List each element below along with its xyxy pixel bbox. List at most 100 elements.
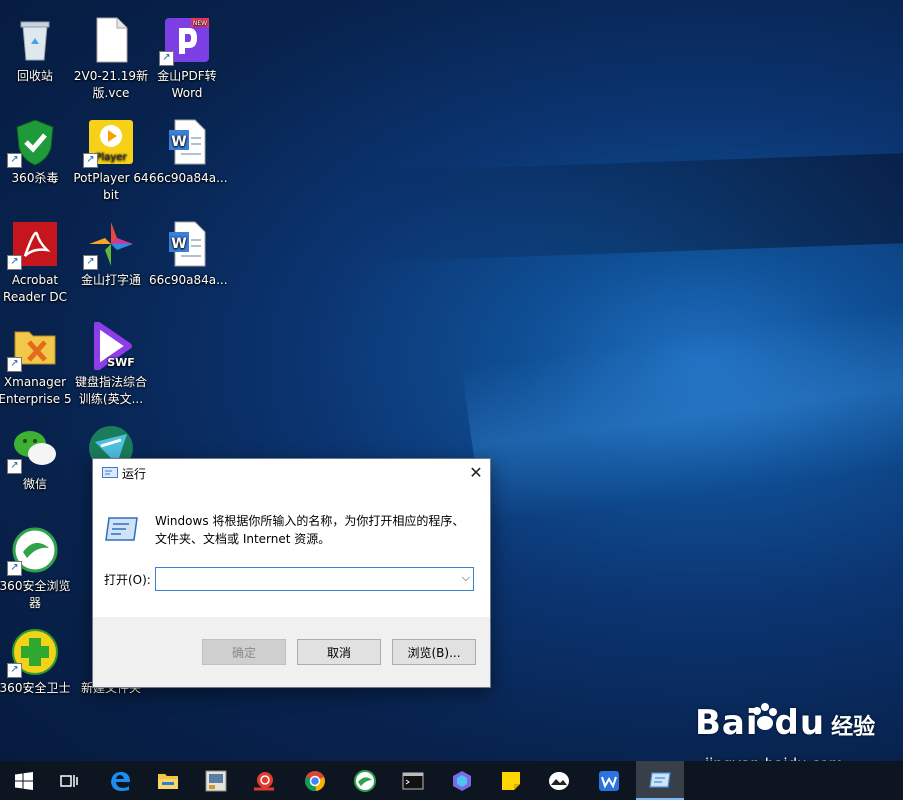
desktop-icon-label: Xmanager Enterprise 5 — [0, 375, 72, 406]
task-view-button[interactable] — [45, 761, 93, 800]
chevron-down-icon[interactable]: ⌵ — [462, 571, 470, 585]
dialog-footer: 确定 取消 浏览(B)... — [93, 617, 490, 687]
360-guard-icon: ↗ — [7, 628, 59, 678]
desktop-icon-label: 66c90a84a... — [149, 273, 228, 287]
run-icon — [649, 771, 671, 788]
run-dialog: 运行 ✕ Windows 将根据你所输入的名称，为你打开相应的程序、文件夹、文档… — [92, 458, 491, 688]
swf-text: SWF — [107, 356, 135, 369]
360-antivirus-icon: ↗ — [7, 118, 59, 168]
shortcut-arrow-icon: ↗ — [7, 357, 22, 372]
desktop-icon-label: 回收站 — [16, 69, 53, 83]
player-text: Player — [95, 152, 127, 163]
start-button[interactable] — [0, 761, 48, 800]
taskbar-snail-app[interactable] — [240, 761, 288, 800]
baidu-paw-icon — [753, 703, 777, 730]
desktop-icon-keyboard-training[interactable]: SWF 键盘指法综合训练(英文... — [73, 321, 149, 408]
open-label: 打开(O): — [104, 573, 151, 587]
wallpaper-light — [461, 294, 903, 526]
shortcut-arrow-icon: ↗ — [7, 459, 22, 474]
app-icon-2 — [453, 770, 471, 791]
desktop-icon-label: Acrobat Reader DC — [3, 273, 67, 304]
taskbar — [0, 761, 903, 800]
desktop-icon-360-guard[interactable]: ↗ 360安全卫士 — [0, 628, 73, 697]
desktop-icon-label: 金山打字通 — [80, 273, 141, 287]
shortcut-arrow-icon: ↗ — [83, 153, 98, 168]
run-program-icon — [105, 517, 138, 541]
taskbar-app-2[interactable] — [438, 761, 486, 800]
run-icon — [102, 467, 118, 478]
taskbar-360-browser[interactable] — [341, 761, 389, 800]
desktop-icon-xmanager[interactable]: ↗ Xmanager Enterprise 5 — [0, 322, 73, 408]
baidu-jingyan-watermark: Baidu经验 jingyan.baidu.com — [695, 703, 876, 773]
dialog-titlebar[interactable]: 运行 ✕ — [93, 459, 490, 487]
desktop-icon-wechat[interactable]: ↗ 微信 — [0, 424, 73, 493]
ok-button[interactable]: 确定 — [202, 639, 286, 665]
desktop-icon-jinshan-typing[interactable]: ↗ 金山打字通 — [73, 220, 149, 289]
shortcut-arrow-icon: ↗ — [7, 153, 22, 168]
acrobat-icon: ↗ — [7, 220, 59, 270]
shortcut-arrow-icon: ↗ — [7, 663, 22, 678]
desktop-icon-360-antivirus[interactable]: ↗ 360杀毒 — [0, 118, 73, 187]
snail-icon — [254, 771, 274, 790]
close-button[interactable]: ✕ — [462, 459, 490, 487]
cancel-button[interactable]: 取消 — [297, 639, 381, 665]
desktop-icon-label: 360安全卫士 — [0, 681, 71, 695]
taskbar-edge[interactable] — [96, 761, 144, 800]
taskbar-photos[interactable] — [535, 761, 583, 800]
open-combobox[interactable]: ⌵ — [155, 567, 474, 591]
taskbar-chrome[interactable] — [291, 761, 339, 800]
taskbar-sticky-notes[interactable] — [487, 761, 535, 800]
desktop-icon-acrobat[interactable]: ↗ Acrobat Reader DC — [0, 220, 73, 306]
taskbar-file-explorer[interactable] — [144, 761, 192, 800]
taskbar-app[interactable] — [192, 761, 240, 800]
taskbar-terminal[interactable] — [389, 761, 437, 800]
wechat-icon: ↗ — [7, 424, 59, 474]
w-letter: W — [171, 134, 186, 150]
watermark-brand-suffix: du — [774, 703, 826, 743]
word-doc-icon: W — [163, 220, 211, 268]
terminal-icon — [402, 772, 424, 789]
360-browser-icon: ↗ — [7, 526, 59, 576]
browse-button[interactable]: 浏览(B)... — [392, 639, 476, 665]
edge-icon — [111, 771, 130, 791]
sticky-notes-icon — [502, 771, 520, 790]
w-letter: W — [171, 236, 186, 252]
watermark-product: 经验 — [831, 715, 876, 740]
taskbar-run-active[interactable] — [636, 761, 684, 800]
desktop-icon-doc-2[interactable]: W 66c90a84a... — [149, 220, 228, 289]
desktop-icon-doc-1[interactable]: W 66c90a84a... — [149, 118, 228, 187]
word-doc-icon: W — [163, 118, 211, 166]
new-badge-text: NEW — [193, 20, 207, 27]
file-explorer-icon — [158, 773, 178, 789]
desktop-icon-label: 360杀毒 — [11, 171, 59, 185]
desktop-icon-label: 金山PDF转Word — [157, 69, 217, 100]
recycle-bin-icon — [11, 16, 59, 64]
desktop-icon-360-browser[interactable]: ↗ 360安全浏览器 — [0, 526, 73, 612]
shortcut-arrow-icon: ↗ — [7, 561, 22, 576]
desktop-icon-recycle-bin[interactable]: 回收站 — [0, 16, 73, 85]
desktop-icon-label: 微信 — [22, 477, 47, 491]
xmanager-icon: ↗ — [7, 322, 59, 372]
desktop-icon-pdf-to-word[interactable]: NEW ↗ 金山PDF转Word — [149, 16, 225, 102]
shortcut-arrow-icon: ↗ — [159, 51, 174, 66]
360-browser-icon — [354, 769, 376, 792]
chrome-icon — [305, 770, 325, 791]
windows-start-icon — [15, 771, 33, 790]
shortcut-arrow-icon: ↗ — [7, 255, 22, 270]
dialog-title: 运行 — [122, 467, 147, 481]
file-icon — [87, 16, 135, 64]
task-view-icon — [60, 774, 78, 787]
desktop-icon-label: PotPlayer 64 bit — [73, 171, 149, 202]
desktop-icon-vce-file[interactable]: 2V0-21.19新版.vce — [73, 16, 149, 102]
wps-icon — [599, 770, 619, 791]
taskbar-wps[interactable] — [585, 761, 633, 800]
pdf-to-word-icon: NEW ↗ — [159, 16, 211, 66]
desktop-icon-potplayer[interactable]: Player ↗ PotPlayer 64 bit — [73, 118, 149, 204]
desktop-icon-label: 键盘指法综合训练(英文... — [74, 375, 147, 406]
wallpaper-beam — [358, 147, 903, 263]
dialog-description: Windows 将根据你所输入的名称，为你打开相应的程序、文件夹、文档或 Int… — [155, 514, 465, 546]
swf-icon: SWF — [87, 321, 135, 371]
desktop-icon-label: 2V0-21.19新版.vce — [73, 69, 149, 100]
photos-icon — [549, 771, 569, 790]
open-input[interactable] — [156, 569, 454, 589]
